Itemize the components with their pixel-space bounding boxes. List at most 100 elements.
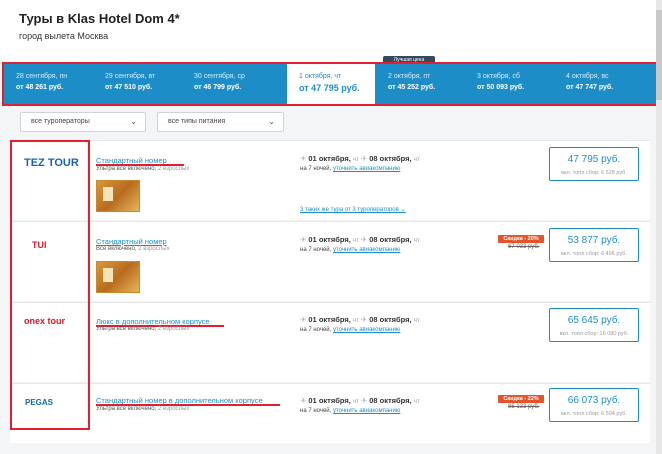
price-value: 65 645 руб.: [567, 315, 621, 326]
discount-badge: Скидка - 20%: [498, 235, 544, 243]
ret-dow: чт: [413, 238, 420, 244]
ret-date: 08 октября,: [369, 315, 412, 324]
page: Туры в Klas Hotel Dom 4* город вылета Мо…: [0, 0, 662, 454]
plane-return-icon: ✈: [360, 315, 368, 324]
date-label: 28 сентября, пн: [16, 73, 68, 80]
date-label: 29 сентября, вт: [105, 73, 156, 80]
price-value: 66 073 руб.: [567, 395, 621, 406]
guests: 2 взрослых: [138, 246, 170, 252]
date-strip: 28 сентября, пн от 48 261 руб. 29 сентяб…: [2, 62, 658, 106]
dep-dow: чт: [352, 399, 359, 405]
price-value: 53 877 руб.: [567, 235, 621, 246]
date-label: 1 октября, чт: [299, 73, 342, 80]
price-button[interactable]: 66 073 руб. вкл. топл сбор: 6 504 руб.: [549, 388, 639, 422]
room-meta: Ультра все включено, 2 взрослых: [96, 326, 189, 332]
dep-dow: чт: [352, 238, 359, 244]
guests: 2 взрослых: [157, 166, 190, 172]
date-label: 4 октября, вс: [566, 73, 609, 80]
airline-link[interactable]: уточнить авиакомпанию: [333, 166, 400, 172]
date-cell-4[interactable]: 2 октября, пт от 45 252 руб.: [376, 64, 465, 104]
ret-dow: чт: [413, 157, 420, 163]
nights: на 7 ночей, уточнить авиакомпанию: [300, 327, 400, 333]
old-price: 67 033 руб.: [508, 244, 540, 250]
date-cell-0[interactable]: 28 сентября, пн от 48 261 руб.: [4, 64, 93, 104]
dep-date: 01 октября,: [308, 154, 351, 163]
plane-return-icon: ✈: [360, 235, 368, 244]
date-price: от 45 252 руб.: [388, 84, 436, 91]
date-cell-6[interactable]: 4 октября, вс от 47 747 руб.: [554, 64, 654, 104]
date-label: 30 сентября, ср: [194, 73, 245, 80]
date-label: 3 октября, сб: [477, 73, 520, 80]
header: Туры в Klas Hotel Dom 4* город вылета Мо…: [0, 0, 662, 62]
fuel-fee: вкл. топл сбор: 6 528 руб.: [561, 170, 627, 176]
scrollbar-thumb[interactable]: [656, 10, 662, 100]
operator-filter-value: все туроператоры: [31, 118, 90, 125]
meal-filter-select[interactable]: все типы питания ⌄: [157, 112, 284, 132]
plane-depart-icon: ✈: [300, 235, 307, 244]
dep-date: 01 октября,: [308, 315, 351, 324]
price-button[interactable]: 47 795 руб. вкл. топл сбор: 6 528 руб.: [549, 147, 639, 181]
discount-badge: Скидка - 22%: [498, 395, 544, 403]
departure-city: город вылета Москва: [19, 31, 109, 41]
date-price: от 46 799 руб.: [194, 84, 242, 91]
room-photo[interactable]: [96, 180, 140, 212]
date-cell-2[interactable]: 30 сентября, ср от 46 799 руб.: [182, 64, 271, 104]
old-price: 85 133 руб.: [508, 404, 540, 410]
nights-count: на 7 ночей,: [300, 247, 332, 253]
more-tours-text: 3 таких же тура от 3 туроператоров: [300, 207, 399, 213]
chevron-down-icon: ⌄: [130, 117, 137, 126]
room-name-link[interactable]: Стандартный номер: [96, 237, 167, 246]
plane-depart-icon: ✈: [300, 315, 307, 324]
dep-date: 01 октября,: [308, 235, 351, 244]
meal-type: Ультра все включено,: [96, 326, 157, 332]
nights: на 7 ночей, уточнить авиакомпанию: [300, 408, 400, 414]
date-price: от 48 261 руб.: [16, 84, 64, 91]
ret-date: 08 октября,: [369, 235, 412, 244]
airline-link[interactable]: уточнить авиакомпанию: [333, 408, 400, 414]
page-title: Туры в Klas Hotel Dom 4*: [19, 11, 180, 26]
meal-type: Ультра все включено,: [96, 166, 157, 172]
flight-dates: ✈ 01 октября, чт ✈ 08 октября, чт: [300, 235, 420, 244]
dep-dow: чт: [352, 157, 359, 163]
date-cell-3-active[interactable]: 1 октября, чт от 47 795 руб.: [287, 64, 375, 104]
fuel-fee: вкл. топл сбор: 16 080 руб.: [559, 331, 629, 337]
chevron-down-icon: ⌄: [268, 117, 275, 126]
ret-date: 08 октября,: [369, 396, 412, 405]
dep-date: 01 октября,: [308, 396, 351, 405]
operator-filter-select[interactable]: все туроператоры ⌄: [20, 112, 146, 132]
guests: 2 взрослых: [157, 406, 190, 412]
date-price: от 47 747 руб.: [566, 84, 614, 91]
flight-dates: ✈ 01 октября, чт ✈ 08 октября, чт: [300, 315, 420, 324]
price-value: 47 795 руб.: [567, 154, 621, 165]
flight-dates: ✈ 01 октября, чт ✈ 08 октября, чт: [300, 154, 420, 163]
more-tours-link[interactable]: 3 таких же тура от 3 туроператоров ⌄: [300, 206, 406, 213]
guests: 2 взрослых: [157, 326, 190, 332]
meal-filter-value: все типы питания: [168, 118, 226, 125]
price-button[interactable]: 65 645 руб. вкл. топл сбор: 16 080 руб.: [549, 308, 639, 342]
nights: на 7 ночей, уточнить авиакомпанию: [300, 166, 400, 172]
plane-return-icon: ✈: [360, 154, 368, 163]
airline-link[interactable]: уточнить авиакомпанию: [333, 327, 400, 333]
nights-count: на 7 ночей,: [300, 327, 332, 333]
room-photo[interactable]: [96, 261, 140, 293]
plane-depart-icon: ✈: [300, 154, 307, 163]
scrollbar[interactable]: [656, 0, 662, 454]
flight-dates: ✈ 01 октября, чт ✈ 08 октября, чт: [300, 396, 420, 405]
price-button[interactable]: 53 877 руб. вкл. топл сбор: 6 496 руб.: [549, 228, 639, 262]
date-label: 2 октября, пт: [388, 73, 431, 80]
fuel-fee: вкл. топл сбор: 6 504 руб.: [561, 411, 627, 417]
room-meta: Все включено, 2 взрослых: [96, 246, 170, 252]
date-price: от 47 510 руб.: [105, 84, 153, 91]
fuel-fee: вкл. топл сбор: 6 496 руб.: [561, 251, 627, 257]
date-price: от 50 093 руб.: [477, 84, 525, 91]
nights-count: на 7 ночей,: [300, 408, 332, 414]
operator-logos-highlight: [10, 140, 90, 430]
plane-depart-icon: ✈: [300, 396, 307, 405]
ret-dow: чт: [413, 399, 420, 405]
nights-count: на 7 ночей,: [300, 166, 332, 172]
dep-dow: чт: [352, 318, 359, 324]
date-cell-5[interactable]: 3 октября, сб от 50 093 руб.: [465, 64, 554, 104]
date-cell-1[interactable]: 29 сентября, вт от 47 510 руб.: [93, 64, 182, 104]
airline-link[interactable]: уточнить авиакомпанию: [333, 247, 400, 253]
room-meta: Ультра все включено, 2 взрослых: [96, 166, 189, 172]
